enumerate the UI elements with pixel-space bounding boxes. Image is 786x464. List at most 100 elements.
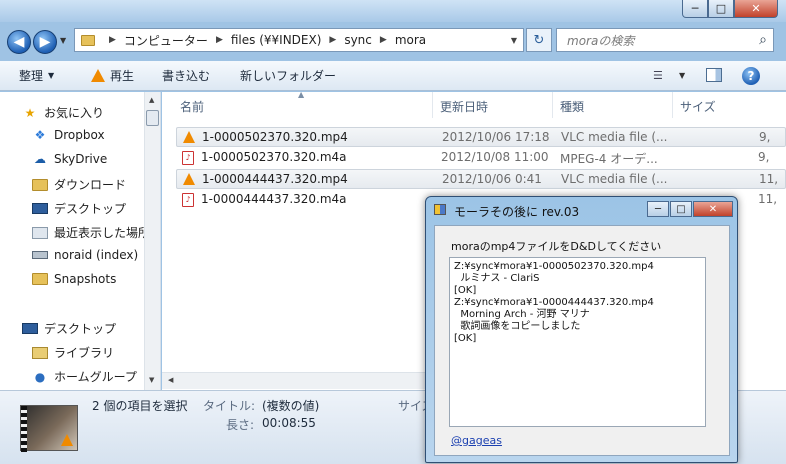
log-line: [OK] (454, 285, 477, 296)
sidebar-scrollbar[interactable]: ▲ ▼ (144, 92, 160, 390)
sidebar-item-label: ライブラリ (54, 346, 115, 360)
play-label: 再生 (110, 69, 135, 83)
help-icon[interactable]: ? (742, 67, 760, 85)
log-output[interactable]: Z:¥sync¥mora¥1-0000502370.320.mp4 ルミナス -… (449, 257, 706, 427)
dialog-title: モーラその後に rev.03 (454, 205, 580, 219)
column-header-date[interactable]: 更新日時 (440, 98, 488, 115)
sort-indicator-icon: ▲ (298, 90, 305, 99)
breadcrumb-mora[interactable]: mora (395, 33, 426, 47)
breadcrumb-files[interactable]: files (¥¥INDEX) (231, 33, 322, 47)
vlc-icon (91, 69, 105, 82)
table-row[interactable]: 1-0000444437.320.mp4 2012/10/06 0:41 VLC… (176, 169, 786, 189)
file-size: 9, (759, 130, 771, 144)
forward-button[interactable]: ▶ (33, 30, 57, 54)
file-name: 1-0000444437.320.m4a (201, 192, 347, 206)
burn-label: 書き込む (162, 69, 211, 83)
scroll-left-icon[interactable]: ◀ (168, 376, 173, 384)
log-line: Z:¥sync¥mora¥1-0000444437.320.mp4 (454, 297, 654, 308)
column-header-size[interactable]: サイズ (680, 98, 716, 115)
recent-pages-dropdown-icon[interactable]: ▼ (60, 36, 66, 45)
scroll-down-icon[interactable]: ▼ (149, 376, 154, 384)
organize-button[interactable]: 整理 ▼ (19, 67, 54, 84)
m4a-file-icon: ♪ (182, 193, 194, 207)
chevron-right-icon[interactable]: ▶ (216, 35, 223, 45)
sidebar-item-desktop-root[interactable]: デスクトップ (22, 320, 116, 337)
vlc-file-icon (183, 131, 195, 143)
dialog-close-button[interactable]: ✕ (693, 201, 733, 217)
sidebar-item-downloads[interactable]: ダウンロード (32, 176, 126, 193)
star-icon: ★ (24, 105, 36, 120)
sidebar-item-dropbox[interactable]: ❖ Dropbox (32, 128, 105, 142)
search-icon[interactable]: ⌕ (759, 32, 767, 48)
new-folder-button[interactable]: 新しいフォルダー (240, 67, 336, 84)
recent-places-icon (32, 226, 48, 239)
library-icon (32, 346, 48, 359)
skydrive-icon: ☁ (34, 152, 46, 166)
dialog-minimize-button[interactable]: ─ (647, 201, 669, 217)
chevron-right-icon[interactable]: ▶ (380, 35, 387, 45)
column-divider[interactable] (432, 92, 433, 118)
breadcrumb-computer[interactable]: コンピューター (124, 32, 208, 49)
scroll-up-icon[interactable]: ▲ (149, 96, 154, 104)
search-placeholder: moraの検索 (567, 33, 635, 48)
views-dropdown-icon[interactable]: ▼ (679, 71, 685, 80)
address-dropdown-icon[interactable]: ▼ (511, 36, 517, 45)
table-row[interactable]: 1-0000502370.320.mp4 2012/10/06 17:18 VL… (176, 127, 786, 147)
sidebar-item-homegroup[interactable]: ● ホームグループ (32, 368, 137, 385)
chevron-right-icon[interactable]: ▶ (109, 35, 116, 45)
organize-label: 整理 (19, 69, 44, 83)
breadcrumb-sync[interactable]: sync (344, 33, 372, 47)
refresh-button[interactable]: ↻ (526, 28, 552, 52)
navigation-bar: ◀ ▶ ▼ ▶ コンピューター ▶ files (¥¥INDEX) ▶ sync… (0, 26, 786, 56)
title-bar: ─ □ ✕ (0, 0, 786, 22)
scrollbar-thumb[interactable] (146, 110, 159, 126)
film-strip-icon (21, 406, 27, 452)
file-name: 1-0000444437.320.mp4 (202, 172, 348, 186)
length-value: 00:08:55 (262, 416, 316, 430)
preview-pane-icon[interactable] (706, 68, 722, 82)
sidebar-item-label: ダウンロード (54, 178, 127, 192)
column-divider[interactable] (552, 92, 553, 118)
search-input[interactable]: moraの検索 ⌕ (556, 28, 774, 52)
log-line: ルミナス - ClariS (454, 273, 540, 284)
sidebar-item-skydrive[interactable]: ☁ SkyDrive (32, 152, 107, 166)
sidebar-item-snapshots[interactable]: Snapshots (32, 272, 116, 286)
views-icon[interactable]: ☰ (653, 69, 663, 82)
back-button[interactable]: ◀ (7, 30, 31, 54)
horizontal-scrollbar[interactable]: ◀ (162, 372, 430, 389)
file-type: MPEG-4 オーデ... (560, 152, 658, 166)
sidebar-item-recent-places[interactable]: 最近表示した場所 (32, 224, 150, 241)
column-divider[interactable] (672, 92, 673, 118)
burn-button[interactable]: 書き込む (162, 67, 210, 84)
column-header-type[interactable]: 種類 (560, 98, 584, 115)
sidebar-item-noraid[interactable]: noraid (index) (32, 248, 138, 262)
sidebar-item-label: Snapshots (54, 272, 117, 286)
sidebar-item-desktop[interactable]: デスクトップ (32, 200, 126, 217)
file-date: 2012/10/08 11:00 (441, 150, 549, 164)
author-link[interactable]: @gageas (451, 434, 502, 447)
file-type: VLC media file (... (561, 172, 668, 186)
new-folder-label: 新しいフォルダー (240, 69, 337, 83)
play-button[interactable]: 再生 (91, 67, 134, 84)
sidebar-item-libraries[interactable]: ライブラリ (32, 344, 114, 361)
folder-icon (81, 34, 95, 46)
table-row[interactable]: ♪ 1-0000502370.320.m4a 2012/10/08 11:00 … (176, 148, 786, 168)
dialog-maximize-button[interactable]: □ (670, 201, 692, 217)
column-header-name[interactable]: 名前 (180, 98, 204, 115)
folder-icon (32, 178, 48, 191)
app-icon (434, 204, 446, 215)
chevron-right-icon[interactable]: ▶ (329, 35, 336, 45)
log-line: [OK] (454, 333, 477, 344)
vlc-file-icon (183, 173, 195, 185)
length-label: 長さ: (226, 418, 255, 432)
log-line: Z:¥sync¥mora¥1-0000502370.320.mp4 (454, 261, 654, 272)
minimize-button[interactable]: ─ (682, 0, 708, 18)
sidebar-item-favorites[interactable]: ★ お気に入り (22, 104, 104, 121)
title-label: タイトル: (203, 399, 256, 413)
sidebar-item-label: ホームグループ (54, 370, 137, 384)
close-button[interactable]: ✕ (734, 0, 778, 18)
file-size: 11, (758, 192, 778, 206)
maximize-button[interactable]: □ (708, 0, 734, 18)
address-bar[interactable]: ▶ コンピューター ▶ files (¥¥INDEX) ▶ sync ▶ mor… (74, 28, 524, 52)
dropbox-icon: ❖ (34, 128, 46, 142)
